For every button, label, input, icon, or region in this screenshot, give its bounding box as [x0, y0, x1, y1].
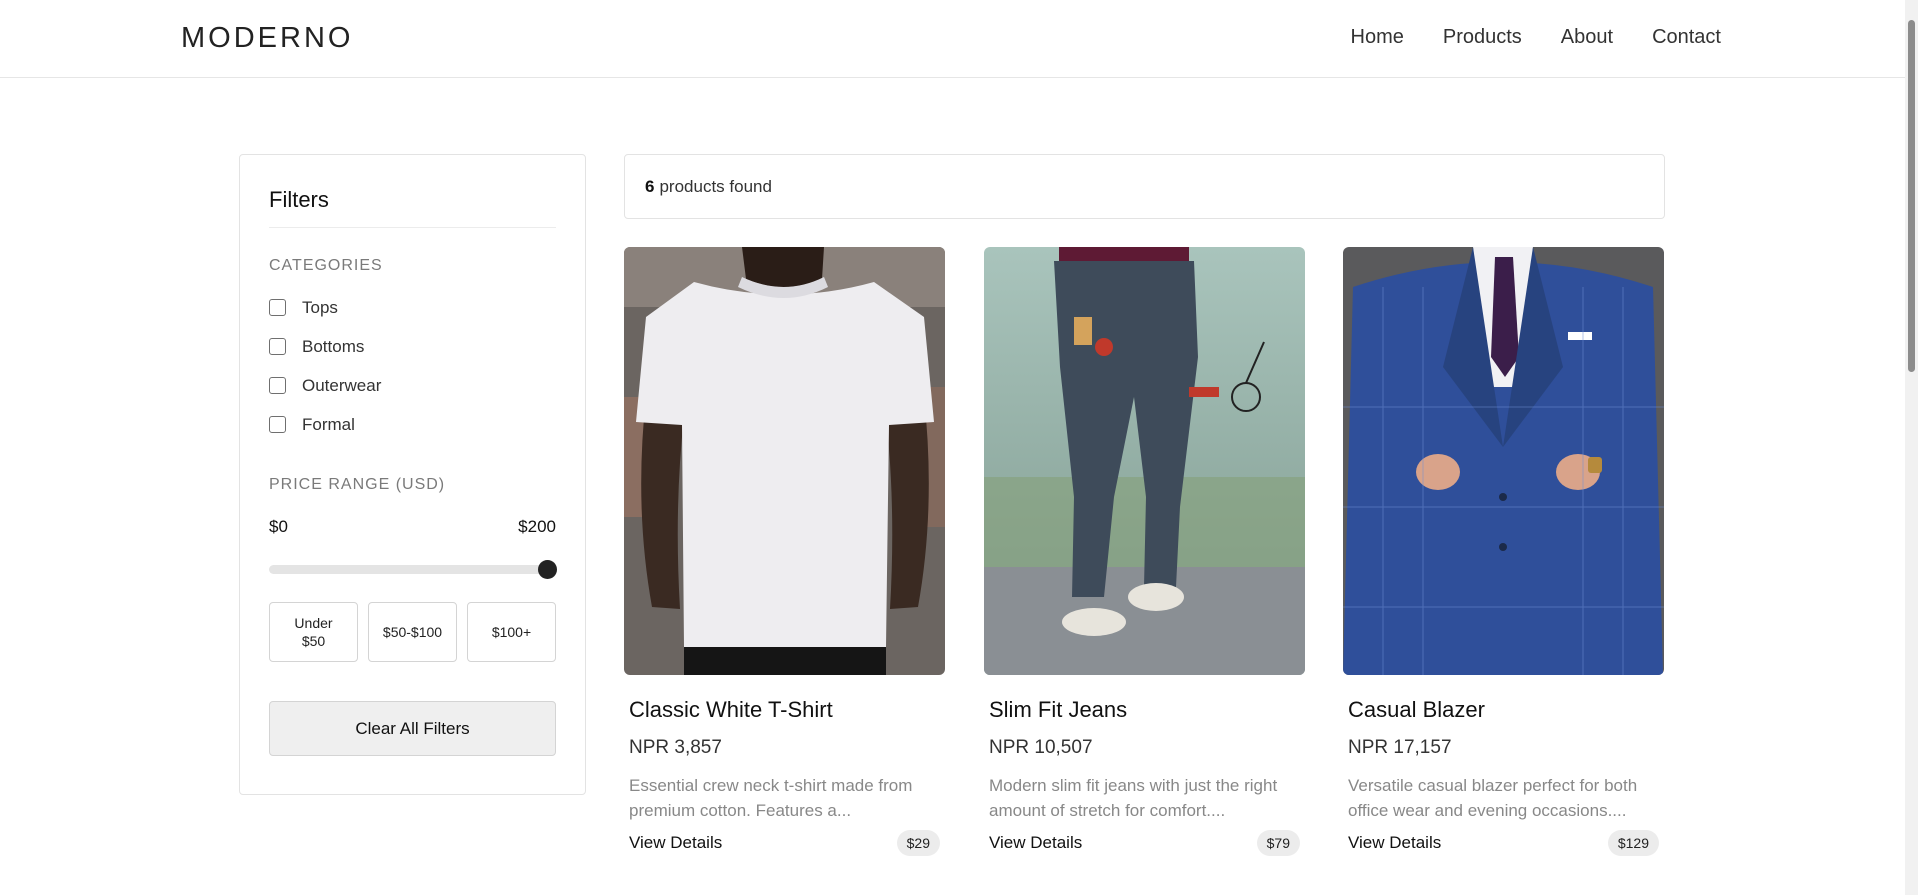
product-info: Casual Blazer NPR 17,157 Versatile casua… — [1343, 697, 1664, 856]
price-bounds: $0 $200 — [269, 517, 556, 537]
product-price: NPR 17,157 — [1348, 737, 1452, 758]
view-details-link[interactable]: View Details — [1348, 833, 1441, 853]
scrollbar-thumb[interactable] — [1908, 20, 1915, 372]
product-image-jeans[interactable] — [984, 247, 1305, 675]
product-footer: View Details $129 — [1348, 830, 1659, 856]
category-list: Tops Bottoms Outerwear Formal — [269, 288, 556, 444]
category-tops[interactable]: Tops — [269, 288, 556, 327]
category-label: Outerwear — [302, 375, 382, 395]
price-slider[interactable] — [269, 560, 557, 579]
category-label: Tops — [302, 297, 338, 317]
price-range-label: PRICE RANGE (USD) — [269, 476, 446, 493]
product-description: Versatile casual blazer perfect for both… — [1348, 776, 1638, 820]
page-scrollbar[interactable] — [1905, 0, 1918, 895]
price-50-100-button[interactable]: $50-$100 — [368, 602, 457, 662]
product-card[interactable]: Casual Blazer NPR 17,157 Versatile casua… — [1343, 247, 1664, 856]
product-title[interactable]: Classic White T-Shirt — [629, 697, 940, 723]
nav-products[interactable]: Products — [1443, 26, 1522, 49]
category-label: Bottoms — [302, 336, 365, 356]
product-card[interactable]: Slim Fit Jeans NPR 10,507 Modern slim fi… — [984, 247, 1305, 856]
product-info: Slim Fit Jeans NPR 10,507 Modern slim fi… — [984, 697, 1305, 856]
category-bottoms[interactable]: Bottoms — [269, 327, 556, 366]
checkbox-bottoms[interactable] — [269, 338, 286, 355]
nav-contact[interactable]: Contact — [1652, 26, 1721, 49]
results-suffix: products found — [659, 176, 772, 196]
product-info: Classic White T-Shirt NPR 3,857 Essentia… — [624, 697, 945, 856]
usd-price-badge: $129 — [1607, 830, 1659, 856]
price-slider-handle[interactable] — [538, 560, 557, 579]
product-image-tshirt[interactable] — [624, 247, 945, 675]
product-footer: View Details $29 — [629, 830, 940, 856]
product-description: Modern slim fit jeans with just the righ… — [989, 776, 1278, 820]
nav-about[interactable]: About — [1561, 26, 1613, 49]
nav-home[interactable]: Home — [1351, 26, 1404, 49]
results-count: 6 — [645, 176, 655, 196]
price-under-50-button[interactable]: Under $50 — [269, 602, 358, 662]
checkbox-formal[interactable] — [269, 416, 286, 433]
product-card[interactable]: Classic White T-Shirt NPR 3,857 Essentia… — [624, 247, 945, 856]
site-header: MODERNO Home Products About Contact — [0, 0, 1905, 78]
product-title[interactable]: Slim Fit Jeans — [989, 697, 1300, 723]
page: MODERNO Home Products About Contact Filt… — [0, 0, 1918, 895]
usd-price-badge: $29 — [896, 830, 940, 856]
product-footer: View Details $79 — [989, 830, 1300, 856]
view-details-link[interactable]: View Details — [989, 833, 1082, 853]
category-outerwear[interactable]: Outerwear — [269, 366, 556, 405]
product-description: Essential crew neck t-shirt made from pr… — [629, 776, 913, 820]
filters-title: Filters — [269, 155, 556, 228]
price-max: $200 — [518, 517, 556, 536]
product-price: NPR 10,507 — [989, 737, 1093, 758]
checkbox-tops[interactable] — [269, 299, 286, 316]
price-min: $0 — [269, 517, 288, 536]
usd-price-badge: $79 — [1256, 830, 1300, 856]
main-nav: Home Products About Contact — [1351, 26, 1722, 49]
price-100-plus-button[interactable]: $100+ — [467, 602, 556, 662]
categories-label: CATEGORIES — [269, 257, 383, 274]
product-title[interactable]: Casual Blazer — [1348, 697, 1659, 723]
price-preset-buttons: Under $50 $50-$100 $100+ — [269, 602, 556, 662]
clear-filters-button[interactable]: Clear All Filters — [269, 701, 556, 756]
checkbox-outerwear[interactable] — [269, 377, 286, 394]
category-label: Formal — [302, 414, 355, 434]
category-formal[interactable]: Formal — [269, 405, 556, 444]
view-details-link[interactable]: View Details — [629, 833, 722, 853]
product-price: NPR 3,857 — [629, 737, 722, 758]
product-image-blazer[interactable] — [1343, 247, 1664, 675]
logo[interactable]: MODERNO — [181, 22, 353, 55]
filters-panel: Filters CATEGORIES Tops Bottoms Outerwea… — [239, 154, 586, 795]
results-count-bar: 6 products found — [624, 154, 1665, 219]
